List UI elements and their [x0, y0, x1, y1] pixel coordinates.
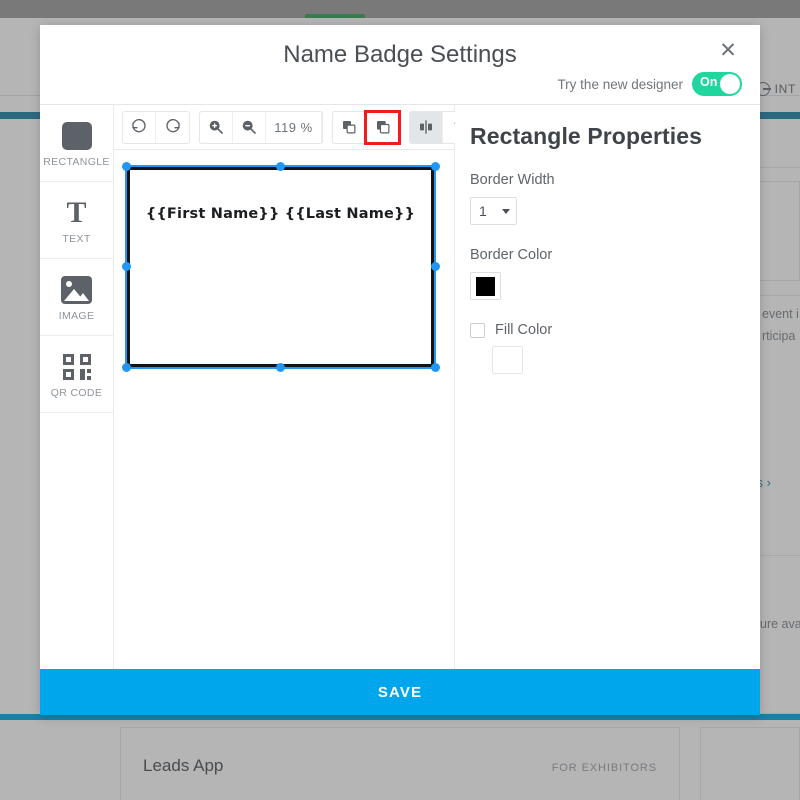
fill-color-swatch[interactable]	[492, 346, 523, 374]
canvas-toolbar: 119 %	[114, 105, 454, 150]
resize-handle-middle-right[interactable]	[431, 262, 440, 271]
fill-color-label: Fill Color	[495, 322, 552, 338]
undo-icon[interactable]	[123, 112, 156, 143]
page-root: INT event i rticipa ys › ure ava Leads A…	[0, 0, 800, 800]
border-color-value	[476, 277, 495, 296]
border-width-select[interactable]: 1	[470, 197, 517, 225]
qr-code-icon	[62, 353, 92, 381]
new-designer-toggle[interactable]: On	[692, 72, 742, 96]
bring-forward-icon[interactable]	[333, 112, 366, 143]
tool-label-rectangle: RECTANGLE	[43, 156, 110, 168]
modal-body: RECTANGLE T TEXT IMAGE	[40, 104, 760, 669]
history-button-group	[122, 111, 190, 144]
tool-label-text: TEXT	[62, 233, 90, 245]
fill-color-value	[498, 351, 517, 370]
border-color-swatch[interactable]	[470, 272, 501, 300]
modal-title: Name Badge Settings	[40, 41, 760, 69]
badge-merge-field-text[interactable]: {{First Name}} {{Last Name}}	[130, 206, 431, 222]
duplicate-icon[interactable]	[366, 112, 399, 143]
tool-palette: RECTANGLE T TEXT IMAGE	[40, 105, 114, 669]
resize-handle-bottom-left[interactable]	[122, 363, 131, 372]
align-center-icon[interactable]	[410, 112, 443, 143]
fill-color-block: Fill Color	[470, 322, 740, 374]
fill-color-checkbox[interactable]	[470, 323, 485, 338]
tool-label-qr-code: QR CODE	[51, 387, 102, 399]
border-color-block: Border Color	[470, 247, 740, 300]
rectangle-icon	[62, 122, 92, 150]
canvas-column: 119 %	[114, 105, 455, 669]
redo-icon[interactable]	[156, 112, 189, 143]
properties-panel-title: Rectangle Properties	[470, 123, 740, 150]
resize-handle-middle-left[interactable]	[122, 262, 131, 271]
tool-item-text[interactable]: T TEXT	[40, 182, 113, 259]
tool-item-image[interactable]: IMAGE	[40, 259, 113, 336]
text-icon: T	[62, 199, 92, 227]
tool-item-rectangle[interactable]: RECTANGLE	[40, 105, 113, 182]
zoom-level-value[interactable]: 119 %	[266, 112, 322, 143]
close-icon[interactable]: ✕	[716, 40, 740, 64]
tool-label-image: IMAGE	[59, 310, 95, 322]
resize-handle-top-right[interactable]	[431, 162, 440, 171]
image-icon	[61, 276, 92, 304]
badge-rectangle-shape[interactable]: {{First Name}} {{Last Name}}	[127, 167, 434, 367]
resize-handle-bottom-right[interactable]	[431, 363, 440, 372]
save-button[interactable]: SAVE	[40, 669, 760, 715]
chevron-down-icon	[502, 209, 510, 214]
tool-item-qr-code[interactable]: QR CODE	[40, 336, 113, 413]
name-badge-settings-modal: Name Badge Settings ✕ Try the new design…	[40, 25, 760, 715]
zoom-out-icon[interactable]	[233, 112, 266, 143]
border-width-block: Border Width 1	[470, 172, 740, 225]
zoom-button-group: 119 %	[199, 111, 323, 144]
properties-panel: Rectangle Properties Border Width 1 Bord…	[455, 105, 760, 669]
design-canvas[interactable]: {{First Name}} {{Last Name}}	[114, 150, 454, 669]
resize-handle-top-center[interactable]	[276, 162, 285, 171]
resize-handle-bottom-center[interactable]	[276, 363, 285, 372]
border-color-label: Border Color	[470, 247, 740, 263]
resize-handle-top-left[interactable]	[122, 162, 131, 171]
zoom-in-icon[interactable]	[200, 112, 233, 143]
modal-header: Name Badge Settings ✕ Try the new design…	[40, 25, 760, 104]
toggle-knob	[720, 74, 740, 94]
toggle-state-label: On	[700, 75, 717, 89]
designer-toggle-row: Try the new designer On	[557, 72, 742, 96]
object-button-group	[332, 111, 400, 144]
fill-color-row: Fill Color	[470, 322, 740, 338]
border-width-label: Border Width	[470, 172, 740, 188]
designer-toggle-label: Try the new designer	[557, 77, 683, 92]
border-width-value: 1	[479, 203, 487, 219]
